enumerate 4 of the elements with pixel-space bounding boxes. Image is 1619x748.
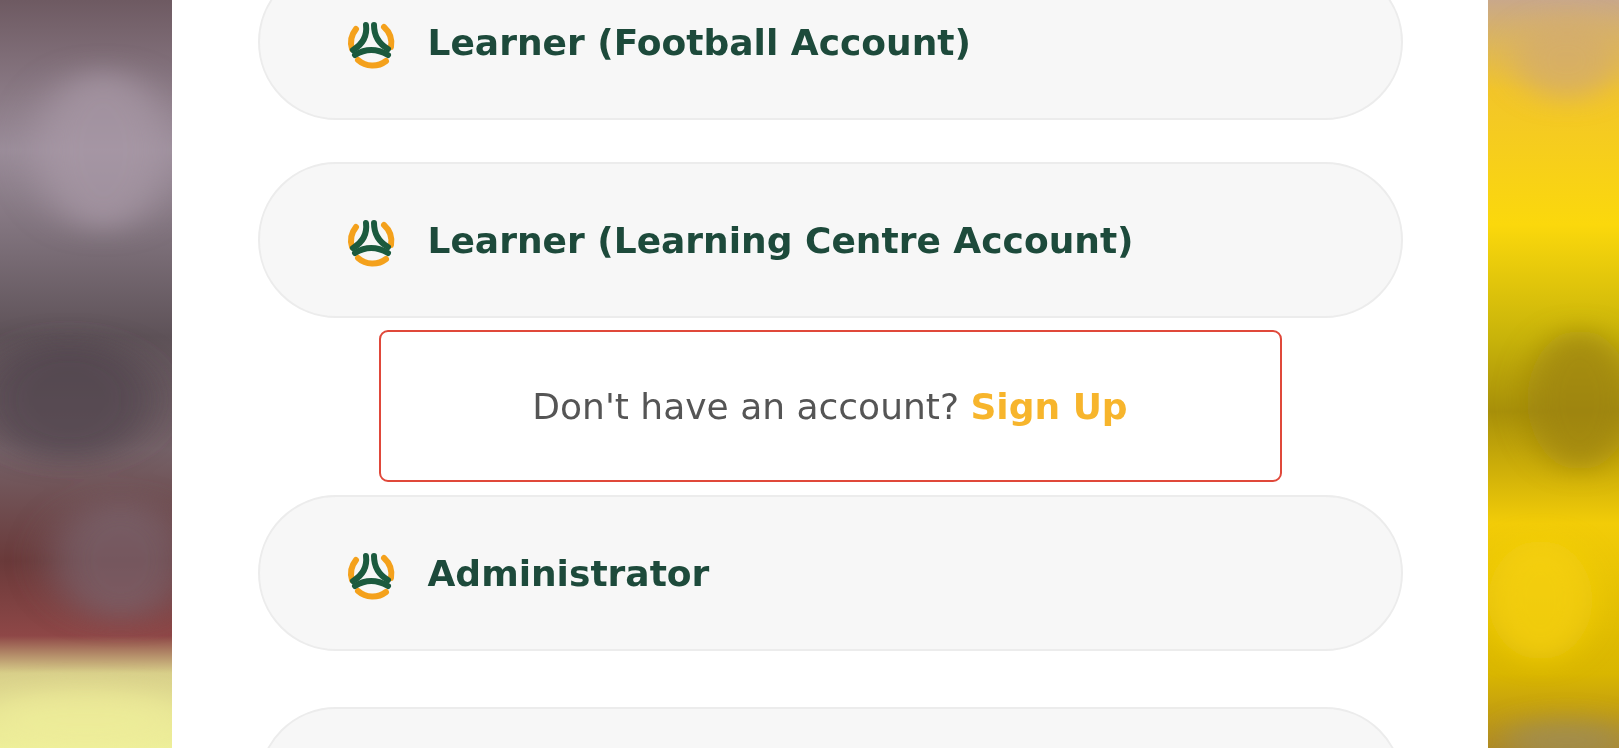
signup-prompt: Don't have an account? Sign Up <box>532 385 1128 427</box>
role-button[interactable]: Administrator <box>257 495 1403 651</box>
role-button[interactable]: Learner (Learning Centre Account) <box>257 162 1403 318</box>
role-button[interactable]: Learner (Football Account) <box>257 0 1403 120</box>
